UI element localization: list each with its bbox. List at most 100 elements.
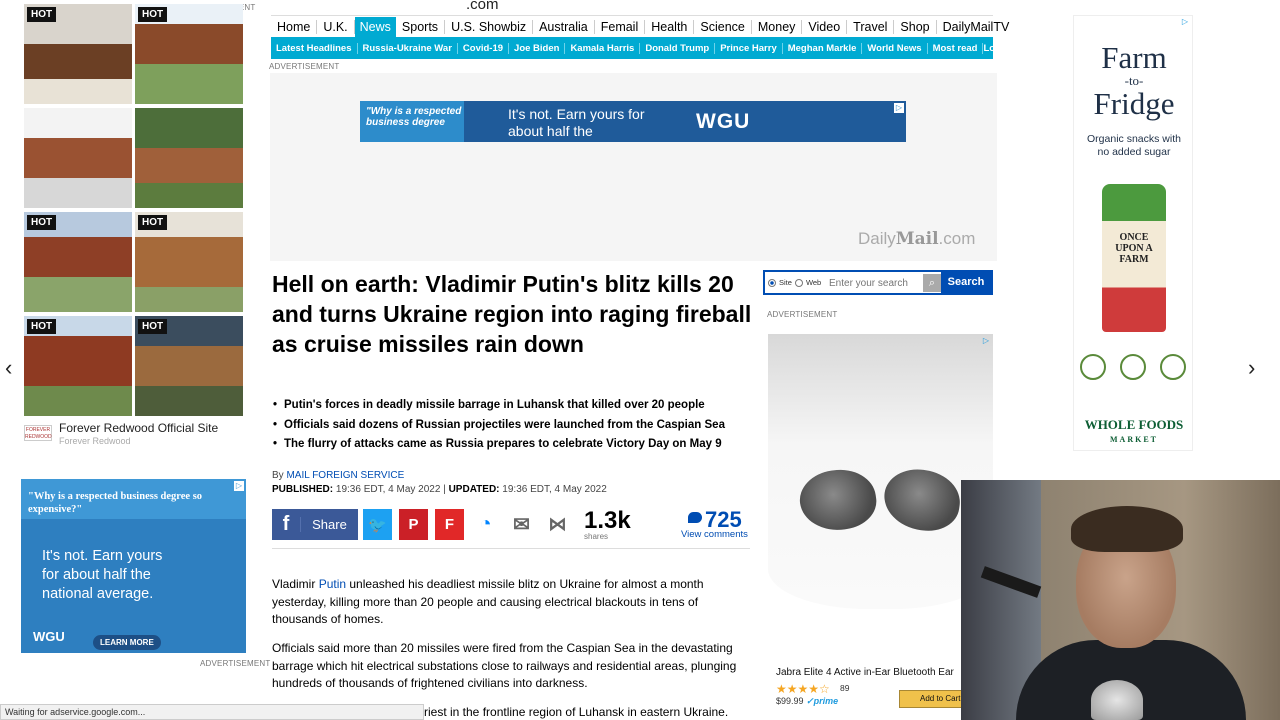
hot-badge: HOT [138, 215, 168, 230]
subnav-prince-harry[interactable]: Prince Harry [715, 42, 783, 54]
redwood-thumb-gazebo[interactable] [24, 108, 132, 208]
redwood-thumb-tree-bench[interactable] [135, 108, 243, 208]
webcam-overlay [961, 480, 1280, 720]
presenter-hair [1071, 506, 1183, 552]
ad-choices-icon[interactable]: ▷ [234, 481, 244, 491]
redwood-thumb-table[interactable]: HOT [24, 4, 132, 104]
subnav-most-read[interactable]: Most read [928, 42, 984, 54]
subnav-kamala-harris[interactable]: Kamala Harris [565, 42, 641, 54]
advertisement-label: ADVERTISEMENT [269, 62, 340, 71]
dailymail-logo: DailyMail.com [858, 229, 976, 249]
hot-badge: HOT [27, 7, 57, 22]
wgu-side-ad[interactable]: "Why is a respected business degree so e… [21, 479, 246, 653]
primary-nav: Home U.K. News Sports U.S. Showbiz Austr… [271, 15, 1009, 37]
certification-badge-icon [1160, 354, 1186, 380]
nav-shop[interactable]: Shop [894, 19, 937, 34]
nav-video[interactable]: Video [802, 19, 848, 34]
article-headline: Hell on earth: Vladimir Putin's blitz ki… [272, 271, 752, 357]
more-share-icon[interactable]: ⋈ [543, 509, 572, 540]
redwood-thumb-patio[interactable]: HOT [24, 316, 132, 416]
wgu-banner-ad[interactable]: "Why is a respected business degree It's… [360, 101, 906, 142]
product-image-bg [768, 334, 993, 609]
nav-femail[interactable]: Femail [595, 19, 646, 34]
nav-money[interactable]: Money [752, 19, 803, 34]
nav-news[interactable]: News [354, 16, 396, 37]
wgu-banner-quote: "Why is a respected business degree [360, 101, 464, 142]
advertisement-label: ADVERTISEMENT [767, 310, 838, 319]
messenger-share-icon[interactable]: ◔ [471, 509, 500, 540]
search-scope: Site Web [768, 278, 821, 287]
jabra-product-ad[interactable]: ▷ Jabra Elite 4 Active in-Ear Bluetooth … [768, 334, 993, 720]
ad-choices-icon[interactable]: ▷ [894, 103, 904, 113]
hot-badge: HOT [27, 215, 57, 230]
site-search: Site Web ⌕ Search [763, 270, 993, 295]
share-count-label: shares [584, 532, 609, 541]
search-button[interactable]: Search [941, 272, 991, 293]
wgu-side-body: It's not. Earn yours for about half the … [42, 548, 163, 602]
putin-link[interactable]: Putin [319, 577, 346, 591]
subnav-world-news[interactable]: World News [862, 42, 928, 54]
nav-uk[interactable]: U.K. [317, 19, 355, 34]
redwood-thumb-lights[interactable]: HOT [135, 316, 243, 416]
wgu-logo: WGU [696, 110, 751, 133]
facebook-icon: f [282, 513, 290, 535]
nav-dailymailtv[interactable]: DailyMailTV [937, 20, 1016, 34]
redwood-ad-source: Forever Redwood [59, 436, 131, 446]
redwood-thumb-pergola[interactable]: HOT [24, 212, 132, 312]
login-link[interactable]: Login [983, 43, 1014, 54]
redwood-thumb-pavilion[interactable]: HOT [135, 4, 243, 104]
author-link[interactable]: MAIL FOREIGN SERVICE [286, 470, 404, 481]
subnav-russia-ukraine[interactable]: Russia-Ukraine War [358, 42, 458, 54]
radio-web[interactable] [794, 278, 803, 287]
nav-sports[interactable]: Sports [396, 19, 446, 34]
comment-bubble-icon [688, 512, 702, 523]
ad-choices-icon[interactable]: ▷ [981, 336, 991, 346]
hot-badge: HOT [27, 319, 57, 334]
nav-health[interactable]: Health [645, 19, 695, 34]
product-rating-count: 89 [840, 683, 850, 693]
nav-australia[interactable]: Australia [533, 19, 595, 34]
product-price: $99.99 ✓prime [776, 696, 839, 706]
subnav-covid[interactable]: Covid-19 [458, 42, 510, 54]
wgu-logo: WGU [33, 629, 65, 644]
hot-badge: HOT [138, 319, 168, 334]
summary-bullet: Officials said dozens of Russian project… [272, 416, 752, 436]
redwood-ad-title[interactable]: Forever Redwood Official Site [59, 421, 218, 435]
facebook-share-button[interactable]: f Share [272, 509, 358, 540]
product-title[interactable]: Jabra Elite 4 Active in-Ear Bluetooth Ea… [776, 667, 954, 678]
once-upon-a-farm-ad[interactable]: Farm -to- Fridge Organic snacks with no … [1073, 15, 1193, 451]
redwood-thumb-cabin[interactable]: HOT [135, 212, 243, 312]
divider [272, 548, 750, 549]
search-input[interactable] [829, 275, 921, 291]
view-comments-link[interactable]: View comments [681, 529, 748, 540]
nav-home[interactable]: Home [271, 19, 318, 34]
flipboard-share-icon[interactable]: F [435, 509, 464, 540]
radio-site[interactable] [768, 278, 776, 287]
article-paragraph: Vladimir Putin unleashed his deadliest m… [272, 577, 704, 626]
learn-more-button[interactable]: LEARN MORE [93, 635, 161, 650]
farm-ad-headline: Farm [1101, 40, 1167, 75]
carousel-prev-icon[interactable]: ‹ [5, 355, 12, 381]
pinterest-share-icon[interactable]: P [399, 509, 428, 540]
subnav-meghan-markle[interactable]: Meghan Markle [783, 42, 863, 54]
farm-ad-subtext: Organic snacks with no added sugar [1087, 133, 1181, 158]
wgu-banner-text: It's not. Earn yours for about half the [508, 106, 645, 139]
secondary-nav: Latest Headlines Russia-Ukraine War Covi… [271, 37, 1009, 59]
prime-badge: ✓prime [806, 696, 839, 706]
subnav-donald-trump[interactable]: Donald Trump [640, 42, 716, 54]
ad-choices-icon[interactable]: ▷ [1180, 17, 1190, 27]
hot-badge: HOT [138, 7, 168, 22]
article-summary-bullets: Putin's forces in deadly missile barrage… [272, 396, 752, 455]
nav-science[interactable]: Science [694, 19, 752, 34]
nav-travel[interactable]: Travel [847, 19, 895, 34]
nav-us-showbiz[interactable]: U.S. Showbiz [445, 19, 534, 34]
subnav-joe-biden[interactable]: Joe Biden [509, 42, 566, 54]
twitter-share-icon[interactable]: 🐦 [363, 509, 392, 540]
email-share-icon[interactable]: ✉ [507, 509, 536, 540]
whole-foods-logo: WHOLE FOODS MARKET [1084, 417, 1184, 444]
carousel-next-icon[interactable]: › [1248, 355, 1255, 381]
site-domain: .com [466, 0, 499, 13]
summary-bullet: Putin's forces in deadly missile barrage… [272, 396, 752, 416]
search-icon[interactable]: ⌕ [923, 274, 941, 292]
subnav-latest-headlines[interactable]: Latest Headlines [271, 42, 358, 54]
